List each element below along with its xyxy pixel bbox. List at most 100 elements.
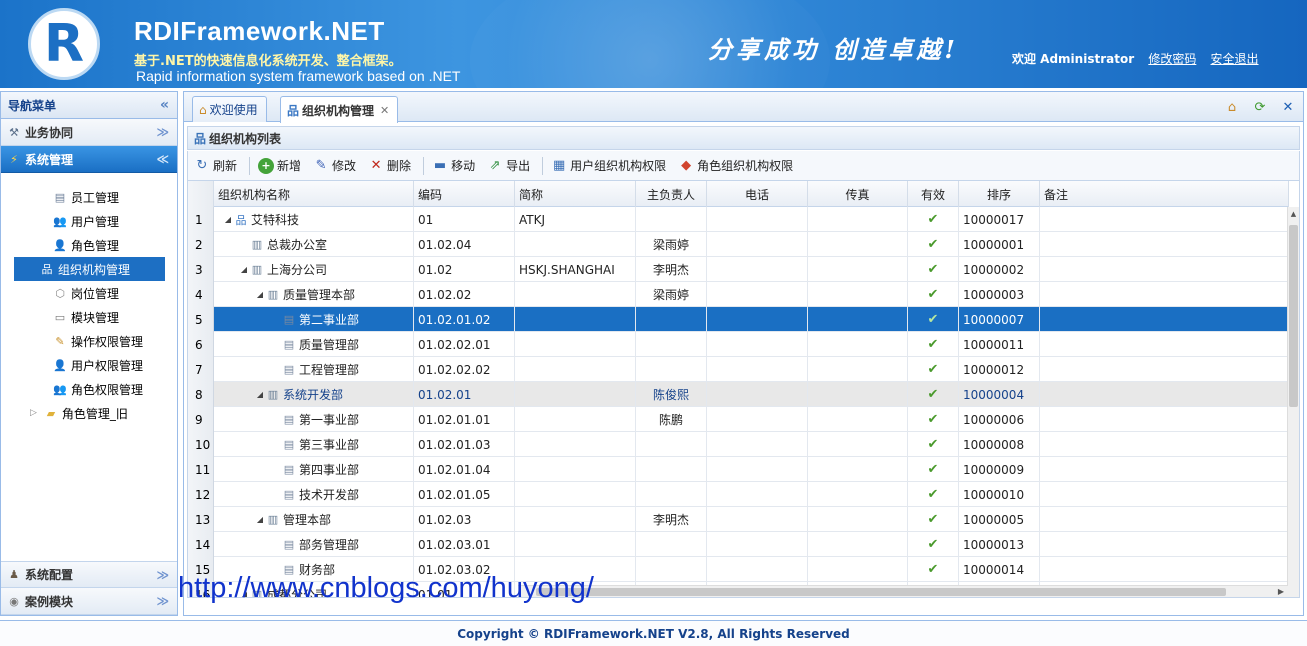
menu-item-2[interactable]: 👤 角色管理 bbox=[14, 233, 165, 257]
close-icon[interactable]: ✕ bbox=[380, 104, 389, 117]
abbr-cell bbox=[515, 532, 636, 557]
remark-cell bbox=[1040, 282, 1289, 307]
app-subtitle-en: Rapid information system framework based… bbox=[136, 68, 461, 84]
org-name: 第四事业部 bbox=[299, 463, 360, 477]
column-header[interactable]: 编码 bbox=[414, 181, 515, 207]
abbr-cell: ATKJ bbox=[515, 207, 636, 232]
tree-expand-icon[interactable]: ◢ bbox=[222, 215, 234, 224]
column-header[interactable]: 排序 bbox=[959, 181, 1040, 207]
row-number: 3 bbox=[188, 257, 214, 282]
menu-item-3[interactable]: 品组织机构管理 bbox=[14, 257, 165, 281]
scroll-thumb[interactable] bbox=[1289, 225, 1298, 407]
vertical-scrollbar[interactable]: ▲ bbox=[1287, 207, 1299, 597]
menu-item-label: 操作权限管理 bbox=[71, 334, 144, 349]
table-row[interactable]: 4 ◢ ▥ 质量管理本部 01.02.02 梁雨婷 ✔ 10000003 bbox=[188, 282, 1289, 307]
tree-expand-icon[interactable]: ◢ bbox=[254, 515, 266, 524]
column-header[interactable]: 传真 bbox=[808, 181, 908, 207]
close-all-icon[interactable]: ✕ bbox=[1279, 98, 1297, 116]
abbr-cell bbox=[515, 232, 636, 257]
tab-org-management[interactable]: 品 组织机构管理 ✕ bbox=[280, 96, 399, 123]
scroll-thumb[interactable] bbox=[536, 588, 1226, 596]
table-row[interactable]: 1 ◢ 品艾特科技 01 ATKJ ✔ 10000017 bbox=[188, 207, 1289, 232]
refresh-icon[interactable]: ⟳ bbox=[1251, 98, 1269, 116]
horizontal-scrollbar[interactable]: ▶ bbox=[518, 585, 1288, 597]
table-row[interactable]: 9 ▤ 第一事业部 01.02.01.01 陈鹏 ✔ 10000006 bbox=[188, 407, 1289, 432]
menu-item-5[interactable]: ▭ 模块管理 bbox=[14, 305, 165, 329]
table-row[interactable]: 7 ▤ 工程管理部 01.02.02.02 ✔ 10000012 bbox=[188, 357, 1289, 382]
move-icon: ▬ bbox=[433, 158, 447, 173]
sort-cell: 10000012 bbox=[959, 357, 1040, 382]
export-icon: ⇗ bbox=[489, 158, 501, 173]
table-row[interactable]: 5 ▤ 第二事业部 01.02.01.02 ✔ 10000007 bbox=[188, 307, 1289, 332]
org-name-cell: ◢ ▥ 管理本部 bbox=[214, 507, 414, 532]
column-header[interactable]: 主负责人 bbox=[636, 181, 707, 207]
nav-section-business[interactable]: ⚒ 业务协同 ≫ bbox=[1, 119, 177, 146]
nav-section-config[interactable]: ♟ 系统配置 ≫ bbox=[1, 561, 177, 588]
code-cell: 01.02.01.01 bbox=[414, 407, 515, 432]
id-card-icon: ▤ bbox=[54, 190, 66, 204]
org-icon: 品 bbox=[235, 213, 247, 227]
nav-section-demo[interactable]: ◉ 案例模块 ≫ bbox=[1, 588, 177, 615]
change-password-link[interactable]: 修改密码 bbox=[1148, 52, 1196, 66]
tab-label: 欢迎使用 bbox=[209, 103, 258, 117]
tab-welcome[interactable]: ⌂ 欢迎使用 bbox=[192, 96, 267, 122]
logout-link[interactable]: 安全退出 bbox=[1211, 52, 1259, 66]
menu-item-0[interactable]: ▤ 员工管理 bbox=[14, 185, 165, 209]
table-row[interactable]: 8 ◢ ▥ 系统开发部 01.02.01 陈俊熙 ✔ 10000004 bbox=[188, 382, 1289, 407]
scroll-up-icon[interactable]: ▲ bbox=[1288, 207, 1299, 221]
table-row[interactable]: 6 ▤ 质量管理部 01.02.02.01 ✔ 10000011 bbox=[188, 332, 1289, 357]
check-icon: ✔ bbox=[927, 387, 939, 402]
valid-cell: ✔ bbox=[908, 407, 959, 432]
delete-button[interactable]: ✕ 删除 bbox=[368, 157, 411, 174]
tree-expand-icon[interactable]: ◢ bbox=[238, 265, 250, 274]
role-org-permission-button[interactable]: ◆ 角色组织机构权限 bbox=[678, 157, 793, 174]
menu-item-7[interactable]: 👤 用户权限管理 bbox=[14, 353, 165, 377]
document-icon: ▤ bbox=[283, 538, 295, 551]
expand-arrow-icon[interactable]: ▷ bbox=[30, 408, 37, 418]
column-header[interactable]: 有效 bbox=[908, 181, 959, 207]
menu-item-8[interactable]: 👥 角色权限管理 bbox=[14, 377, 165, 401]
document-icon: ▤ bbox=[283, 413, 295, 426]
table-row[interactable]: 3 ◢ ▥ 上海分公司 01.02 HSKJ.SHANGHAI 李明杰 ✔ 10000002 bbox=[188, 257, 1289, 282]
org-name-cell: ▤ 部务管理部 bbox=[214, 532, 414, 557]
home-icon[interactable]: ⌂ bbox=[1223, 98, 1241, 116]
collapse-left-icon[interactable]: « bbox=[160, 97, 169, 113]
table-row[interactable]: 14 ▤ 部务管理部 01.02.03.01 ✔ 10000013 bbox=[188, 532, 1289, 557]
remark-cell bbox=[1040, 432, 1289, 457]
table-row[interactable]: 12 ▤ 技术开发部 01.02.01.05 ✔ 10000010 bbox=[188, 482, 1289, 507]
column-header[interactable]: 备注 bbox=[1040, 181, 1289, 207]
tree-expand-icon[interactable]: ◢ bbox=[254, 290, 266, 299]
menu-item-4[interactable]: ⬡ 岗位管理 bbox=[14, 281, 165, 305]
tree-expand-icon[interactable]: ◢ bbox=[254, 390, 266, 399]
scroll-right-icon[interactable]: ▶ bbox=[1278, 586, 1284, 597]
column-header[interactable]: 电话 bbox=[707, 181, 808, 207]
menu-item-1[interactable]: 👥 用户管理 bbox=[14, 209, 165, 233]
keyboard-icon: ▭ bbox=[54, 310, 66, 324]
column-header[interactable]: 简称 bbox=[515, 181, 636, 207]
edit-button[interactable]: ✎ 修改 bbox=[313, 157, 356, 174]
leader-cell bbox=[636, 557, 707, 582]
fax-cell bbox=[808, 232, 908, 257]
table-row[interactable]: 11 ▤ 第四事业部 01.02.01.04 ✔ 10000009 bbox=[188, 457, 1289, 482]
table-row[interactable]: 2 ▥ 总裁办公室 01.02.04 梁雨婷 ✔ 10000001 bbox=[188, 232, 1289, 257]
valid-cell: ✔ bbox=[908, 507, 959, 532]
toolbar-separator bbox=[542, 156, 544, 175]
slogan: 分享成功 创造卓越! bbox=[708, 35, 959, 64]
org-name-cell: ▥ 总裁办公室 bbox=[214, 232, 414, 257]
org-icon: 品 bbox=[287, 103, 300, 118]
move-button[interactable]: ▬ 移动 bbox=[432, 157, 475, 174]
sort-cell: 10000007 bbox=[959, 307, 1040, 332]
menu-item-9[interactable]: ▷ ▰ 角色管理_旧 bbox=[14, 401, 165, 425]
remark-cell bbox=[1040, 382, 1289, 407]
role-icon: 👤 bbox=[53, 238, 67, 252]
column-header[interactable]: 组织机构名称 bbox=[214, 181, 414, 207]
sort-cell: 10000004 bbox=[959, 382, 1040, 407]
user-org-permission-button[interactable]: ▦ 用户组织机构权限 bbox=[551, 157, 666, 174]
refresh-button[interactable]: ↻ 刷新 bbox=[194, 157, 237, 174]
table-row[interactable]: 10 ▤ 第三事业部 01.02.01.03 ✔ 10000008 bbox=[188, 432, 1289, 457]
nav-section-system[interactable]: ⚡ 系统管理 ≪ bbox=[1, 146, 177, 173]
add-button[interactable]: + 新增 bbox=[258, 157, 301, 174]
table-row[interactable]: 13 ◢ ▥ 管理本部 01.02.03 李明杰 ✔ 10000005 bbox=[188, 507, 1289, 532]
menu-item-6[interactable]: ✎ 操作权限管理 bbox=[14, 329, 165, 353]
export-button[interactable]: ⇗ 导出 bbox=[487, 157, 530, 174]
